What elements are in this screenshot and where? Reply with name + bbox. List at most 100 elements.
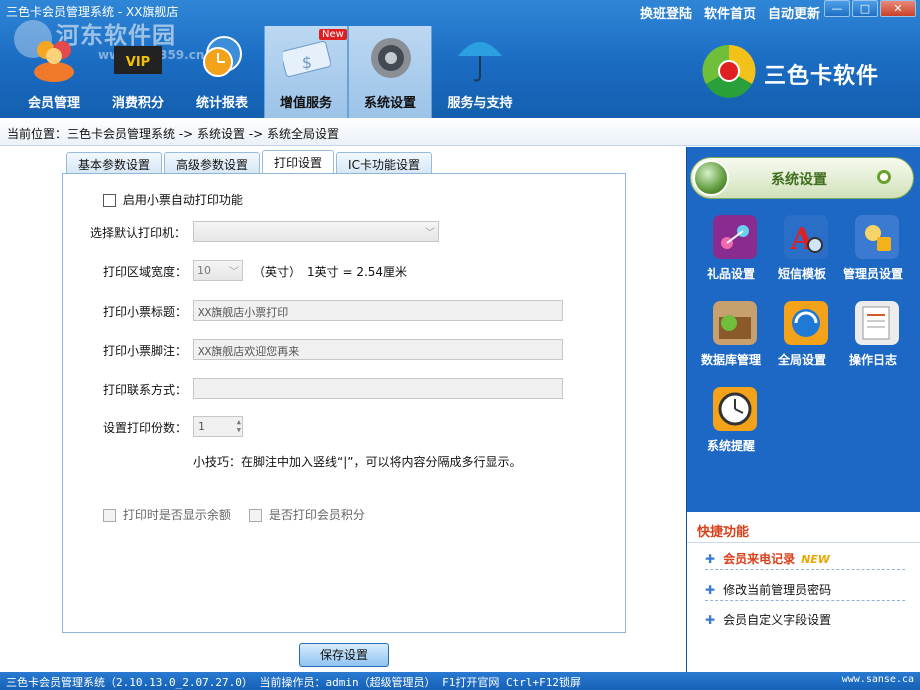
receipt-footer-label: 打印小票脚注： (103, 344, 188, 358)
tool-label: 全局设置 (777, 353, 826, 367)
receipt-footer-input[interactable]: XX旗舰店欢迎您再来 (193, 339, 563, 360)
ring-icon (877, 170, 891, 184)
tab-ic-card[interactable]: IC卡功能设置 (336, 152, 432, 173)
contact-label: 打印联系方式： (103, 383, 188, 397)
nav-label: 会员管理 (27, 96, 80, 111)
reminder-clock-icon (713, 387, 757, 431)
show-balance-label: 打印时是否显示余额 (122, 508, 231, 522)
quick-change-password[interactable]: ✚ 修改当前管理员密码 (705, 581, 905, 601)
tool-database-management[interactable]: 数据库管理 (693, 301, 769, 377)
global-settings-icon (784, 301, 828, 345)
nav-label: 消费积分 (111, 96, 164, 111)
quick-call-records[interactable]: ✚ 会员来电记录 NEW (705, 550, 905, 570)
minimize-button[interactable]: — (824, 0, 850, 17)
tool-system-reminder[interactable]: 系统提醒 (693, 387, 769, 463)
receipt-title-label: 打印小票标题： (103, 305, 188, 319)
tip-text: 小技巧：在脚注中加入竖线“|”，可以将内容分隔成多行显示。 (193, 455, 522, 469)
show-points-checkbox[interactable] (249, 509, 262, 522)
chevron-down-icon: ﹀ (425, 228, 435, 239)
quick-label: 会员自定义字段设置 (723, 613, 832, 627)
window-controls: — □ ✕ (824, 0, 916, 17)
receipt-title-input[interactable]: XX旗舰店小票打印 (193, 300, 563, 321)
copies-label: 设置打印份数： (103, 421, 188, 435)
tool-label: 数据库管理 (700, 353, 761, 367)
right-sidebar: 系统设置 礼品设置 A 短信模板 管理员设置 数据库管理 全局设置 操作日志 系… (686, 147, 920, 672)
tool-sms-template[interactable]: A 短信模板 (764, 215, 840, 291)
nav-consumption-points[interactable]: VIP 消费积分 (96, 26, 180, 118)
app-header: 三色卡会员管理系统 - XX旗舰店 河东软件园 www.pc0359.cn 换班… (0, 0, 920, 118)
status-text: 三色卡会员管理系统（2.10.13.0_2.07.27.0） 当前操作员：adm… (6, 676, 582, 689)
nav-statistics-report[interactable]: 统计报表 (180, 26, 264, 118)
tool-label: 礼品设置 (706, 267, 755, 281)
nav-label: 增值服务 (279, 96, 332, 111)
tool-label: 系统提醒 (706, 439, 755, 453)
tab-print-settings[interactable]: 打印设置 (262, 150, 335, 173)
gear-icon (371, 38, 411, 78)
nav-member-management[interactable]: 会员管理 (12, 26, 96, 118)
auto-update-link[interactable]: 自动更新 (768, 3, 820, 22)
save-button[interactable]: 保存设置 (299, 643, 389, 667)
svg-text:$: $ (302, 53, 312, 72)
copies-stepper[interactable]: 1 ▲ ▼ (193, 416, 243, 437)
plus-icon: ✚ (705, 552, 716, 566)
show-points-row[interactable]: 是否打印会员积分 (249, 506, 365, 523)
svg-text:VIP: VIP (126, 55, 150, 70)
enable-auto-print-row[interactable]: 启用小票自动打印功能 (103, 191, 243, 208)
brand-text: 三色卡软件 (764, 64, 880, 89)
settings-tabs: 基本参数设置 高级参数设置 打印设置 IC卡功能设置 (66, 150, 432, 173)
printer-label: 选择默认打印机： (90, 226, 187, 240)
vip-icon: VIP (114, 46, 162, 74)
main-nav: 会员管理 VIP 消费积分 统计报表 $ New 增值服务 系统设置 服务与支持 (12, 26, 528, 118)
tool-global-settings[interactable]: 全局设置 (764, 301, 840, 377)
quick-custom-fields[interactable]: ✚ 会员自定义字段设置 (705, 611, 905, 631)
plus-icon: ✚ (705, 613, 716, 627)
nav-label: 服务与支持 (447, 96, 513, 111)
nav-label: 统计报表 (195, 96, 248, 111)
show-balance-checkbox[interactable] (103, 509, 116, 522)
tab-basic-params[interactable]: 基本参数设置 (66, 152, 163, 173)
gift-icon (713, 215, 757, 259)
width-unit: （英寸） (253, 265, 302, 279)
nav-label: 系统设置 (363, 96, 416, 111)
nav-service-support[interactable]: 服务与支持 (432, 26, 528, 118)
show-balance-row[interactable]: 打印时是否显示余额 (103, 506, 231, 523)
sidebar-header: 系统设置 (690, 157, 914, 199)
sidebar-title: 系统设置 (771, 172, 827, 188)
clock-report-icon (203, 36, 242, 77)
chevron-down-icon: ﹀ (229, 267, 239, 278)
stepper-arrows-icon[interactable]: ▲ ▼ (237, 418, 241, 434)
tool-label: 管理员设置 (842, 267, 903, 281)
tab-advanced-params[interactable]: 高级参数设置 (164, 152, 261, 173)
maximize-button[interactable]: □ (852, 0, 878, 17)
orb-icon (693, 160, 729, 196)
width-value: 10 (197, 264, 211, 277)
divider (687, 542, 920, 543)
width-note: 1英寸 = 2.54厘米 (307, 265, 408, 279)
tool-gift-settings[interactable]: 礼品设置 (693, 215, 769, 291)
tool-admin-settings[interactable]: 管理员设置 (835, 215, 911, 291)
width-label: 打印区域宽度： (103, 265, 188, 279)
main-panel: 基本参数设置 高级参数设置 打印设置 IC卡功能设置 启用小票自动打印功能 选择… (0, 147, 686, 672)
homepage-link[interactable]: 软件首页 (704, 3, 756, 22)
quick-functions: 快捷功能 ✚ 会员来电记录 NEW ✚ 修改当前管理员密码 ✚ 会员自定义字段设置 (687, 512, 920, 672)
contact-input[interactable] (193, 378, 563, 399)
show-points-label: 是否打印会员积分 (268, 508, 365, 522)
copies-value: 1 (198, 420, 205, 433)
log-icon (855, 301, 899, 345)
database-icon (713, 301, 757, 345)
nav-system-settings[interactable]: 系统设置 (348, 26, 432, 118)
tool-label: 操作日志 (848, 353, 897, 367)
status-website: www.sanse.ca (841, 674, 914, 685)
top-links: 换班登陆 软件首页 自动更新 (640, 3, 820, 22)
tool-operation-log[interactable]: 操作日志 (835, 301, 911, 377)
printer-select[interactable]: ﹀ (193, 221, 439, 242)
breadcrumb: 当前位置：三色卡会员管理系统 -> 系统设置 -> 系统全局设置 (0, 118, 920, 146)
close-button[interactable]: ✕ (880, 0, 916, 17)
quick-label: 修改当前管理员密码 (723, 583, 832, 597)
print-settings-panel: 启用小票自动打印功能 选择默认打印机： ﹀ 打印区域宽度： 10 ﹀ （英寸） … (62, 173, 626, 633)
width-select[interactable]: 10 ﹀ (193, 260, 243, 281)
enable-auto-print-checkbox[interactable] (103, 194, 116, 207)
relogin-link[interactable]: 换班登陆 (640, 3, 692, 22)
quick-title: 快捷功能 (697, 525, 750, 540)
nav-value-added[interactable]: $ New 增值服务 (264, 26, 348, 118)
